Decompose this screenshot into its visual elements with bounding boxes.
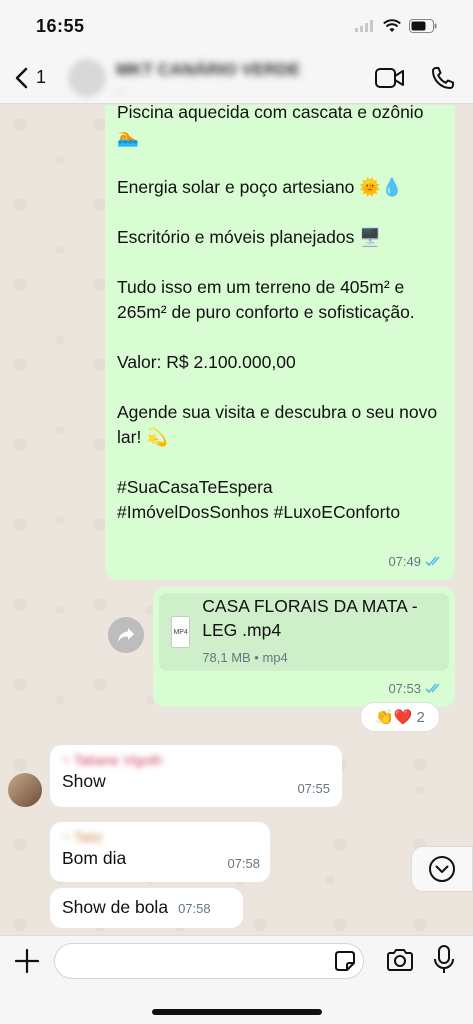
message-text: Show	[62, 771, 106, 791]
header-actions	[375, 66, 455, 90]
message-meta: 07:49	[388, 549, 443, 574]
listing-message[interactable]: Piscina aquecida com cascata e ozônio 🏊 …	[105, 105, 455, 580]
back-button[interactable]: 1	[14, 67, 46, 89]
double-check-icon	[425, 683, 440, 694]
video-call-icon[interactable]	[375, 67, 405, 89]
chat-area[interactable]: Piscina aquecida com cascata e ozônio 🏊 …	[0, 105, 473, 935]
phone-icon[interactable]	[431, 66, 455, 90]
file-info: CASA FLORAIS DA MATA - LEG .mp4 78,1 MB …	[202, 594, 437, 670]
camera-icon[interactable]	[386, 948, 414, 972]
message-meta: 07:58	[227, 851, 260, 876]
message-text: Show de bola	[62, 897, 169, 917]
sender-avatar[interactable]	[8, 773, 42, 807]
forward-button[interactable]	[108, 617, 144, 653]
battery-icon	[409, 19, 437, 33]
file-details: 78,1 MB • mp4	[202, 650, 288, 665]
reaction-emojis: 👏❤️	[375, 709, 413, 726]
incoming-message[interactable]: ~ Tatiz Bom dia 07:58	[50, 822, 270, 882]
forward-icon	[118, 628, 134, 642]
incoming-message[interactable]: Show de bola 07:58	[50, 888, 243, 928]
status-bar: 16:55	[0, 0, 473, 52]
message-time: 07:55	[297, 781, 330, 796]
incoming-message[interactable]: ~ Tatiane Vigoth Show 07:55	[50, 745, 342, 807]
reaction-count: 2	[416, 708, 425, 726]
message-input[interactable]	[54, 943, 364, 979]
contact-info[interactable]: MKT CANÁRIO VERDE ...	[116, 60, 300, 96]
message-input-bar	[0, 935, 473, 1024]
microphone-icon[interactable]	[434, 945, 454, 975]
sender-name[interactable]: ~ Tatiane Vigoth	[62, 751, 330, 769]
message-meta: 07:55	[297, 776, 330, 801]
double-check-icon	[425, 556, 440, 567]
file-name: CASA FLORAIS DA MATA - LEG .mp4	[202, 596, 418, 640]
signal-icon	[355, 20, 373, 32]
scroll-to-bottom-button[interactable]	[411, 846, 473, 892]
wifi-icon	[383, 19, 401, 32]
message-time: 07:49	[388, 554, 421, 569]
status-time: 16:55	[36, 15, 85, 36]
unread-count: 1	[36, 67, 47, 87]
sticker-icon[interactable]	[333, 949, 357, 973]
chevron-left-icon	[15, 67, 28, 88]
chevron-down-circle-icon	[429, 856, 455, 882]
chat-header: 1 MKT CANÁRIO VERDE ...	[0, 52, 473, 104]
group-avatar[interactable]	[68, 58, 107, 97]
mp4-file-icon: MP4	[171, 616, 191, 648]
listing-message-text: Piscina aquecida com cascata e ozônio 🏊 …	[117, 105, 438, 522]
reactions-badge[interactable]: 👏❤️ 2	[360, 702, 440, 732]
contact-name: MKT CANÁRIO VERDE	[116, 59, 301, 79]
status-icons	[355, 19, 437, 33]
message-meta: 07:53	[388, 676, 443, 701]
plus-icon[interactable]	[14, 948, 40, 974]
sender-name[interactable]: ~ Tatiz	[62, 828, 258, 846]
file-message[interactable]: MP4 CASA FLORAIS DA MATA - LEG .mp4 78,1…	[153, 587, 455, 707]
message-row: Show de bola 07:58	[62, 895, 231, 921]
message-time: 07:58	[178, 901, 211, 916]
home-indicator	[152, 1009, 322, 1015]
file-attachment[interactable]: MP4 CASA FLORAIS DA MATA - LEG .mp4 78,1…	[159, 593, 449, 671]
message-time: 07:58	[227, 856, 260, 871]
message-time: 07:53	[388, 681, 421, 696]
contact-subtitle: ...	[116, 81, 127, 96]
